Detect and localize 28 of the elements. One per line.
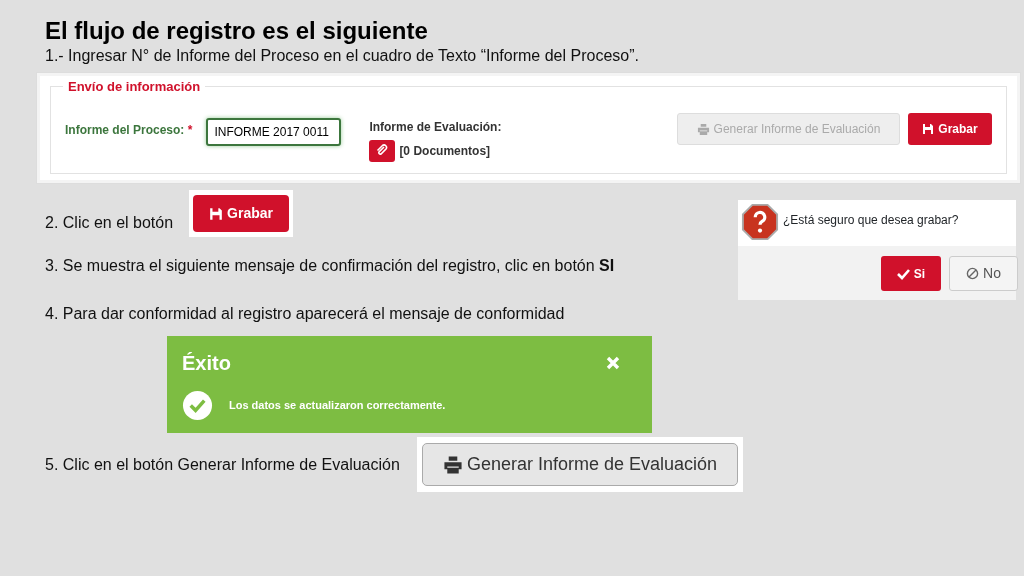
instruction-text: 5. Clic en el botón Generar Informe de Evaluación [45, 454, 400, 475]
generate-report-button[interactable]: Generar Informe de Evaluación [421, 443, 738, 486]
yes-button[interactable]: Si [880, 256, 942, 291]
field-label: Informe del Proceso: * [65, 122, 193, 139]
save-button[interactable]: Grabar [908, 113, 992, 145]
paperclip-icon [375, 144, 390, 158]
printer-icon [696, 122, 710, 136]
instruction-text: 1.- Ingresar N° de Informe del Proceso en el cuadro de Texto “Informe del Proceso”. [45, 46, 640, 66]
printer-icon [442, 454, 463, 475]
no-button[interactable]: No [949, 256, 1018, 291]
question-icon [741, 203, 779, 241]
check-circle-icon [182, 390, 213, 421]
document-count: [0 Documentos] [399, 143, 491, 160]
attach-button[interactable] [369, 140, 396, 162]
check-icon [896, 267, 910, 280]
alert-message: Los datos se actualizaron correctamente. [229, 398, 446, 414]
save-button[interactable]: Grabar [193, 195, 289, 232]
instruction-text: 4. Para dar conformidad al registro aparecerá el mensaje de conformidad [45, 304, 566, 324]
instruction-text: 3. Se muestra el siguiente mensaje de confirmación del registro, clic en botón SI [45, 256, 615, 276]
save-icon [922, 123, 935, 135]
save-icon [209, 206, 224, 221]
instruction-text: 2. Clic en el botón [45, 213, 174, 233]
slide-title: El flujo de registro es el siguiente [45, 16, 429, 46]
evaluation-label: Informe de Evaluación: [369, 119, 502, 136]
dialog-message: ¿Está seguro que desea grabar? [783, 212, 959, 229]
ban-icon [966, 267, 980, 280]
alert-title: Éxito [182, 351, 231, 376]
process-field[interactable]: INFORME 2017 0011 [206, 118, 342, 146]
